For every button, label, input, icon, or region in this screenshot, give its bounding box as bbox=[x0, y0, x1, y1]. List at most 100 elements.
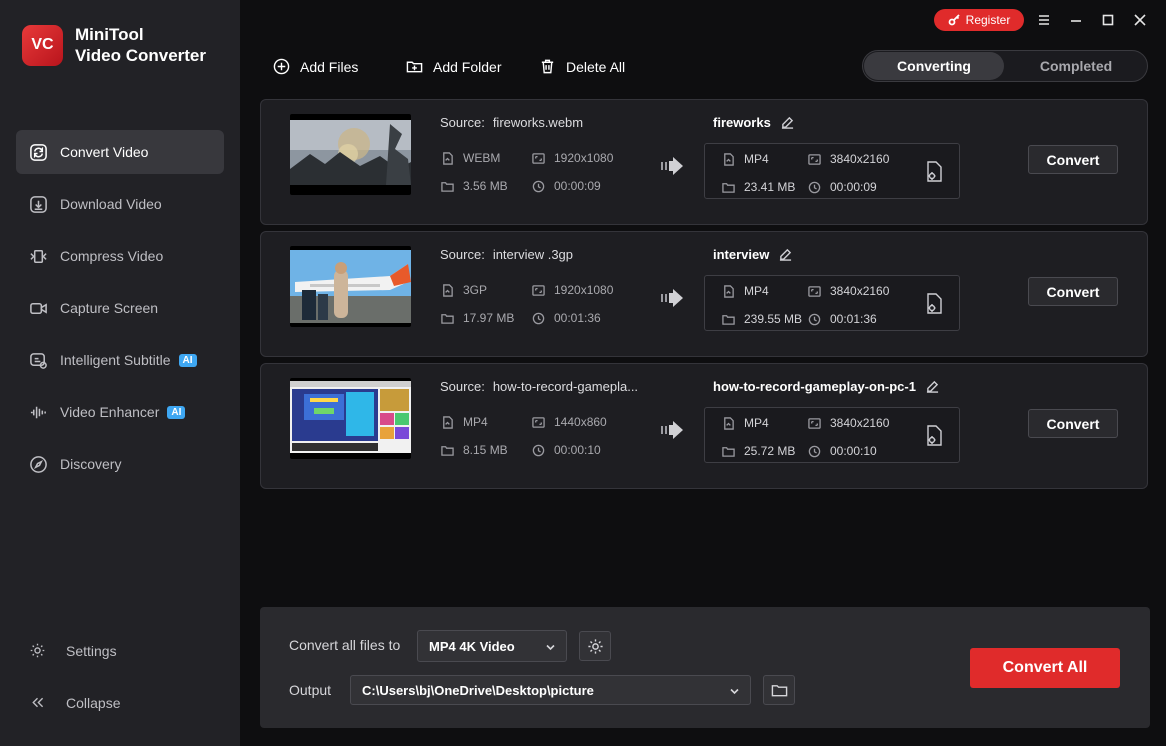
file-card: Source: how-to-record-gamepla... MP4 1440… bbox=[260, 363, 1148, 489]
sidebar: VC MiniTool Video Converter Convert Vide… bbox=[0, 0, 240, 746]
sidebar-item-discovery[interactable]: Discovery bbox=[16, 442, 224, 486]
file-icon bbox=[724, 152, 734, 166]
download-icon bbox=[28, 194, 48, 214]
sidebar-item-label: Capture Screen bbox=[60, 300, 159, 316]
minimize-button[interactable] bbox=[1068, 12, 1084, 28]
clock-icon bbox=[532, 180, 545, 192]
sidebar-item-convert-video[interactable]: Convert Video bbox=[16, 130, 224, 174]
output-format-select[interactable]: MP4 4K Video bbox=[417, 630, 567, 662]
folder-icon bbox=[441, 445, 454, 456]
settings-button[interactable]: Settings bbox=[28, 642, 228, 659]
gear-icon bbox=[587, 638, 603, 654]
compress-icon bbox=[28, 246, 48, 266]
file-settings-icon bbox=[927, 425, 942, 446]
add-files-button[interactable]: Add Files bbox=[273, 58, 358, 75]
output-filename[interactable]: interview bbox=[713, 247, 792, 262]
sidebar-item-label: Intelligent Subtitle bbox=[60, 352, 171, 368]
output-settings-button[interactable] bbox=[924, 293, 944, 315]
source-resolution: 1440x860 bbox=[532, 415, 607, 429]
folder-icon bbox=[771, 684, 787, 696]
output-resolution: 3840x2160 bbox=[808, 416, 889, 430]
trash-icon bbox=[541, 59, 554, 74]
source-format: MP4 bbox=[441, 415, 488, 429]
delete-all-label: Delete All bbox=[566, 58, 626, 75]
video-thumbnail[interactable] bbox=[290, 114, 411, 195]
resolution-icon bbox=[532, 284, 545, 296]
sidebar-item-compress-video[interactable]: Compress Video bbox=[16, 234, 224, 278]
output-size: 25.72 MB bbox=[722, 444, 795, 458]
sidebar-item-download-video[interactable]: Download Video bbox=[16, 182, 224, 226]
sidebar-nav: Convert Video Download Video Compress Vi… bbox=[16, 130, 224, 494]
output-size: 239.55 MB bbox=[722, 312, 802, 326]
convert-all-button[interactable]: Convert All bbox=[970, 648, 1120, 688]
add-folder-icon bbox=[406, 61, 423, 73]
file-card: Source: interview .3gp 3GP 1920x1080 17.9… bbox=[260, 231, 1148, 357]
edit-icon[interactable] bbox=[926, 380, 939, 393]
output-settings-box[interactable]: MP4 3840x2160 23.41 MB 00:00:09 bbox=[704, 143, 960, 199]
close-icon bbox=[1134, 14, 1146, 26]
convert-button[interactable]: Convert bbox=[1028, 409, 1118, 438]
output-filename[interactable]: fireworks bbox=[713, 115, 794, 130]
sidebar-item-label: Compress Video bbox=[60, 248, 164, 264]
source-resolution: 1920x1080 bbox=[532, 151, 613, 165]
output-settings-box[interactable]: MP4 3840x2160 25.72 MB 00:00:10 bbox=[704, 407, 960, 463]
sidebar-item-capture-screen[interactable]: Capture Screen bbox=[16, 286, 224, 330]
tab-completed[interactable]: Completed bbox=[1006, 52, 1146, 80]
app-title: MiniTool Video Converter bbox=[75, 25, 207, 65]
output-duration: 00:00:10 bbox=[808, 444, 877, 458]
convert-icon bbox=[28, 142, 48, 162]
file-icon bbox=[724, 416, 734, 430]
add-folder-button[interactable]: Add Folder bbox=[406, 58, 501, 75]
delete-all-button[interactable]: Delete All bbox=[539, 58, 625, 75]
clock-icon bbox=[808, 181, 821, 193]
folder-icon bbox=[722, 446, 735, 457]
maximize-icon bbox=[1102, 14, 1114, 26]
logo-icon: VC bbox=[22, 24, 63, 66]
enhancer-icon bbox=[28, 402, 48, 422]
sidebar-item-intelligent-subtitle[interactable]: Intelligent Subtitle AI bbox=[16, 338, 224, 382]
output-settings-box[interactable]: MP4 3840x2160 239.55 MB 00:01:36 bbox=[704, 275, 960, 331]
output-format: MP4 bbox=[722, 416, 769, 430]
output-settings-button[interactable] bbox=[924, 161, 944, 183]
resolution-icon bbox=[532, 416, 545, 428]
file-icon bbox=[724, 284, 734, 298]
menu-button[interactable] bbox=[1036, 12, 1052, 28]
source-size: 3.56 MB bbox=[441, 179, 508, 193]
output-path-select[interactable]: C:\Users\bj\OneDrive\Desktop\picture bbox=[350, 675, 751, 705]
register-label: Register bbox=[965, 13, 1011, 27]
edit-icon[interactable] bbox=[781, 116, 794, 129]
resolution-icon bbox=[808, 285, 821, 297]
output-settings-button[interactable] bbox=[924, 425, 944, 447]
camera-icon bbox=[28, 298, 48, 318]
video-thumbnail[interactable] bbox=[290, 378, 411, 459]
minimize-icon bbox=[1071, 20, 1081, 22]
source-duration: 00:00:10 bbox=[532, 443, 601, 457]
tab-converting[interactable]: Converting bbox=[864, 52, 1004, 80]
edit-icon[interactable] bbox=[779, 248, 792, 261]
source-size: 8.15 MB bbox=[441, 443, 508, 457]
output-format: MP4 bbox=[722, 152, 769, 166]
convert-all-to-label: Convert all files to bbox=[289, 637, 401, 653]
clock-icon bbox=[532, 444, 545, 456]
sidebar-item-video-enhancer[interactable]: Video Enhancer AI bbox=[16, 390, 224, 434]
source-format: 3GP bbox=[441, 283, 487, 297]
subtitle-icon bbox=[28, 350, 48, 370]
format-settings-button[interactable] bbox=[579, 631, 611, 661]
convert-button[interactable]: Convert bbox=[1028, 277, 1118, 306]
ai-badge: AI bbox=[178, 353, 197, 367]
sidebar-item-label: Download Video bbox=[60, 196, 162, 212]
add-files-label: Add Files bbox=[300, 58, 359, 75]
video-thumbnail[interactable] bbox=[290, 246, 411, 327]
collapse-button[interactable]: Collapse bbox=[28, 694, 228, 711]
resolution-icon bbox=[808, 153, 821, 165]
source-filename: Source: how-to-record-gamepla... bbox=[440, 379, 639, 394]
output-label: Output bbox=[289, 682, 332, 698]
compass-icon bbox=[28, 454, 48, 474]
browse-folder-button[interactable] bbox=[763, 675, 795, 705]
register-button[interactable]: Register bbox=[934, 9, 1024, 31]
maximize-button[interactable] bbox=[1100, 12, 1116, 28]
output-filename[interactable]: how-to-record-gameplay-on-pc-1 bbox=[713, 379, 939, 394]
convert-arrow-icon bbox=[661, 421, 683, 439]
close-button[interactable] bbox=[1132, 12, 1148, 28]
convert-button[interactable]: Convert bbox=[1028, 145, 1118, 174]
